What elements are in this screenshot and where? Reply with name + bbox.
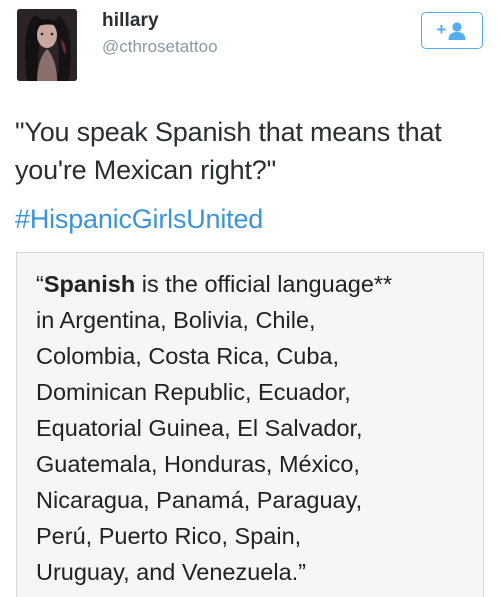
- display-name[interactable]: hillary: [102, 10, 159, 32]
- quote-line: “Spanish is the official language**: [36, 266, 476, 302]
- quote-line: Colombia, Costa Rica, Cuba,: [36, 343, 340, 369]
- quote-line: Dominican Republic, Ecuador,: [36, 379, 351, 405]
- avatar[interactable]: [17, 9, 77, 81]
- tweet-text-line: "You speak Spanish that means that: [15, 117, 442, 147]
- quote-line: Uruguay, and Venezuela.”: [36, 559, 306, 585]
- quote-line: Nicaragua, Panamá, Paraguay,: [36, 487, 363, 513]
- follow-plus-label: +: [436, 20, 447, 39]
- open-quote: “: [36, 271, 44, 297]
- follow-button[interactable]: +: [421, 12, 483, 49]
- tweet-text-line: you're Mexican right?": [15, 155, 276, 185]
- hashtag-link[interactable]: #HispanicGirlsUnited: [15, 200, 263, 238]
- quote-text: “Spanish is the official language** in A…: [36, 266, 476, 590]
- quote-bold-word: Spanish: [43, 271, 136, 297]
- quote-line: in Argentina, Bolivia, Chile,: [36, 307, 316, 333]
- tweet-text: "You speak Spanish that means that you'r…: [15, 113, 490, 189]
- quote-line: Equatorial Guinea, El Salvador,: [36, 415, 363, 441]
- quote-line: Perú, Puerto Rico, Spain,: [36, 523, 302, 549]
- profile-photo-icon: [17, 9, 77, 81]
- quote-line-rest: is the official language**: [135, 271, 393, 297]
- quote-line: Guatemala, Honduras, México,: [36, 451, 360, 477]
- username[interactable]: @cthrosetattoo: [102, 37, 218, 57]
- person-icon: [448, 21, 466, 40]
